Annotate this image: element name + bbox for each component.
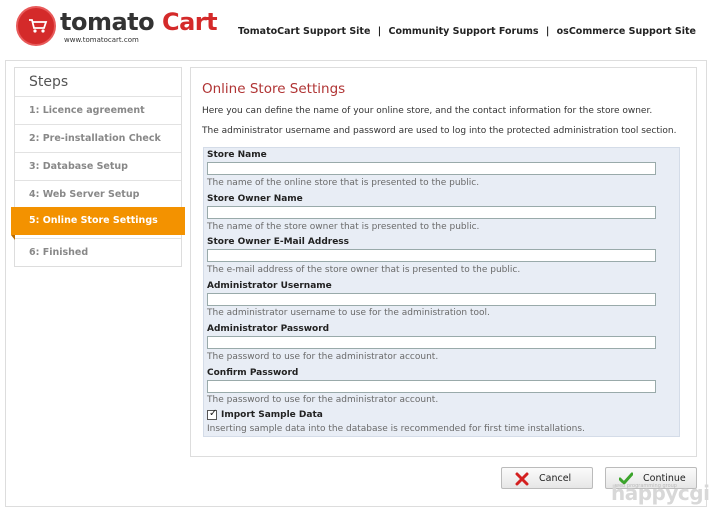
header: tomato Cart www.tomatocart.com TomatoCar… (0, 0, 715, 58)
link-community-forums[interactable]: Community Support Forums (389, 26, 539, 37)
import-sample-data-checkbox[interactable]: ✓ (207, 408, 218, 420)
steps-panel: Steps 1: Licence agreement 2: Pre-instal… (11, 67, 185, 267)
store-settings-form: Store Name The name of the online store … (203, 147, 680, 437)
cart-icon (29, 19, 48, 33)
import-sample-data-help: Inserting sample data into the database … (207, 424, 585, 434)
link-separator: | (377, 26, 382, 37)
step-pre-installation-check: 2: Pre-installation Check (15, 124, 181, 152)
store-owner-name-label: Store Owner Name (207, 194, 303, 204)
intro-text-1: Here you can define the name of your onl… (202, 106, 653, 116)
store-name-label: Store Name (207, 150, 267, 160)
step-database-setup: 3: Database Setup (15, 152, 181, 180)
logo-wordmark: tomato Cart (60, 8, 218, 36)
step-web-server-setup: 4: Web Server Setup (15, 180, 181, 208)
link-oscommerce-support[interactable]: osCommerce Support Site (557, 26, 696, 37)
admin-password-input[interactable] (207, 336, 656, 349)
admin-password-label: Administrator Password (207, 324, 330, 334)
admin-username-help: The administrator username to use for th… (207, 308, 490, 318)
confirm-password-input[interactable] (207, 380, 656, 393)
import-sample-data-label[interactable]: Import Sample Data (221, 410, 323, 420)
checkmark-icon: ✓ (209, 408, 218, 419)
happycgi-watermark: happycgi web programming group (611, 481, 710, 511)
step-finished: 6: Finished (15, 238, 181, 266)
steps-title: Steps (29, 74, 69, 90)
admin-username-label: Administrator Username (207, 281, 332, 291)
link-support-site[interactable]: TomatoCart Support Site (238, 26, 370, 37)
admin-password-help: The password to use for the administrato… (207, 352, 439, 362)
cancel-label: Cancel (539, 473, 572, 484)
page-title: Online Store Settings (202, 81, 346, 97)
store-owner-email-input[interactable] (207, 249, 656, 262)
store-owner-email-label: Store Owner E-Mail Address (207, 237, 350, 247)
top-links: TomatoCart Support Site | Community Supp… (238, 26, 696, 37)
link-separator: | (545, 26, 550, 37)
step-licence-agreement: 1: Licence agreement (15, 96, 181, 124)
intro-text-2: The administrator username and password … (202, 126, 677, 136)
main-panel: Online Store Settings Here you can defin… (190, 67, 697, 457)
logo-url: www.tomatocart.com (64, 36, 139, 44)
store-name-help: The name of the online store that is pre… (207, 178, 480, 188)
tomato-logo-icon (16, 6, 56, 46)
store-owner-email-help: The e-mail address of the store owner th… (207, 265, 521, 275)
tomatocart-logo[interactable]: tomato Cart www.tomatocart.com (16, 6, 218, 52)
cross-icon (515, 472, 529, 486)
store-name-input[interactable] (207, 162, 656, 175)
store-owner-name-input[interactable] (207, 206, 656, 219)
cancel-button[interactable]: Cancel (501, 467, 593, 489)
step-online-store-settings: 5: Online Store Settings (11, 207, 185, 240)
watermark-subtext: web programming group (615, 483, 677, 489)
confirm-password-label: Confirm Password (207, 368, 299, 378)
admin-username-input[interactable] (207, 293, 656, 306)
store-owner-name-help: The name of the store owner that is pres… (207, 222, 480, 232)
confirm-password-help: The password to use for the administrato… (207, 395, 439, 405)
